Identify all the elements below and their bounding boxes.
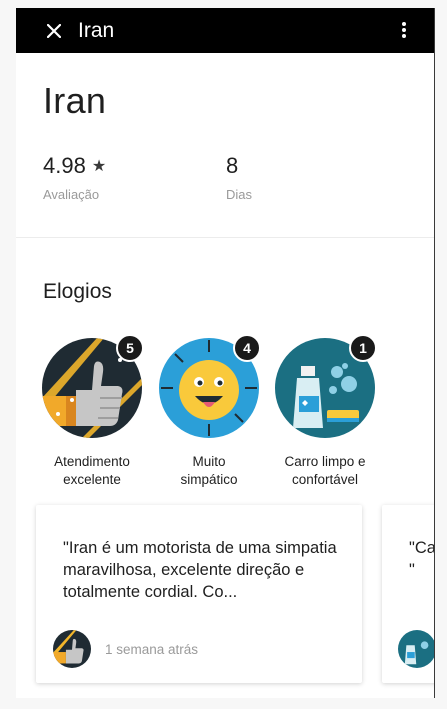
profile-screen: Iran Iran 4.98 ★ Avaliação 8 Dias Elogio… — [16, 8, 434, 698]
more-vertical-icon[interactable] — [396, 17, 412, 43]
rating-label: Avaliação — [43, 187, 100, 202]
driver-name: Iran — [43, 80, 107, 121]
divider — [16, 237, 434, 238]
days-stat: 8 Dias — [226, 153, 252, 202]
days-label: Dias — [226, 187, 253, 202]
compliments-title: Elogios — [43, 280, 112, 303]
badge-label-line2: simpático — [180, 472, 238, 487]
compliment-badge[interactable]: 4 Muito simpático — [159, 334, 261, 487]
badge-label-line1: Carro limpo e — [284, 454, 366, 469]
badge-label-line2: confortável — [291, 472, 359, 487]
badge-label: Carro limpo e confortável — [260, 453, 390, 489]
top-app-bar: Iran — [16, 8, 434, 53]
badge-label: Muito simpático — [144, 453, 274, 489]
review-text: "Iran é um motorista de uma simpatia mar… — [63, 539, 337, 601]
badge-count: 4 — [233, 334, 261, 362]
thumbs-up-icon — [53, 630, 91, 668]
smiley-face-icon: 4 — [159, 334, 261, 438]
compliment-badge[interactable]: 5 Atendimento excelente — [42, 334, 144, 487]
compliment-badge[interactable]: 1 Carro limpo e confortável — [275, 334, 377, 487]
review-text: "Ca " — [409, 539, 434, 579]
badge-count: 1 — [349, 334, 377, 362]
badge-label-line1: Atendimento — [54, 454, 130, 469]
days-value: 8 — [226, 153, 239, 178]
review-card[interactable]: "Ca " — [382, 505, 434, 683]
rating-stat: 4.98 ★ Avaliação — [43, 153, 106, 202]
review-card[interactable]: "Iran é um motorista de uma simpatia mar… — [36, 505, 362, 683]
header-title: Iran — [78, 18, 115, 42]
badge-label-line2: excelente — [63, 472, 121, 487]
badge-label-line1: Muito — [192, 454, 226, 469]
rating-value: 4.98 — [43, 153, 86, 178]
review-footer: 1 semana atrás — [53, 630, 198, 668]
thumbs-up-icon: 5 — [42, 334, 144, 438]
cleaning-spray-icon: 1 — [275, 334, 377, 438]
close-icon[interactable] — [40, 17, 68, 45]
review-time: 1 semana atrás — [105, 641, 199, 657]
badge-count: 5 — [116, 334, 144, 362]
badge-label: Atendimento excelente — [27, 453, 157, 489]
star-icon: ★ — [91, 158, 107, 175]
cleaning-spray-icon — [398, 630, 434, 668]
